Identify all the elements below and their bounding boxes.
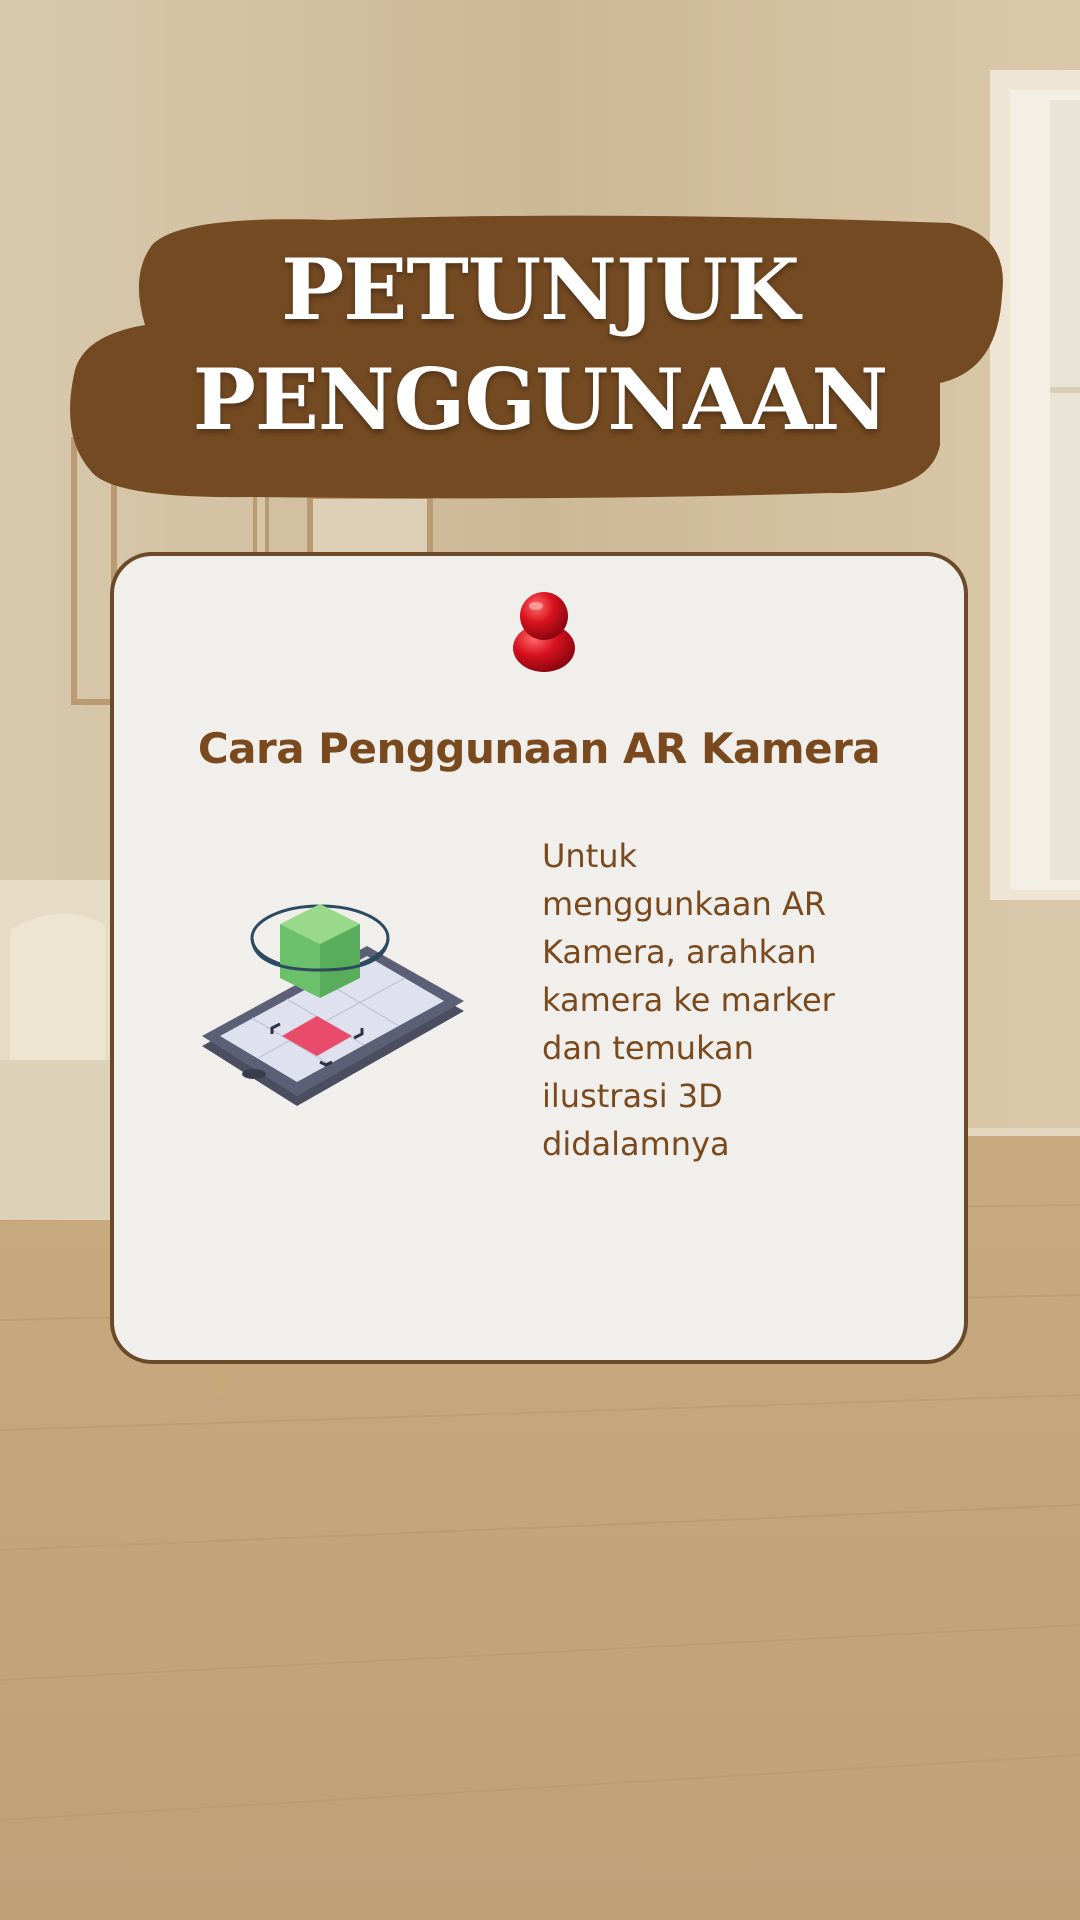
instruction-card: Cara Penggunaan AR Kamera Untuk menggunk… <box>110 552 968 1364</box>
page-title: PETUNJUK PENGGUNAAN <box>70 235 1010 455</box>
title-line-1: PETUNJUK <box>281 240 800 339</box>
ar-phone-illustration <box>202 904 464 1106</box>
card-instructions-text: Untuk menggunkaan AR Kamera, arahkan kam… <box>542 837 835 1163</box>
push-pin-icon <box>513 592 575 672</box>
title-banner: PETUNJUK PENGGUNAAN <box>70 205 1010 505</box>
card-title: Cara Penggunaan AR Kamera <box>197 724 881 773</box>
title-line-2: PENGGUNAAN <box>192 350 889 449</box>
